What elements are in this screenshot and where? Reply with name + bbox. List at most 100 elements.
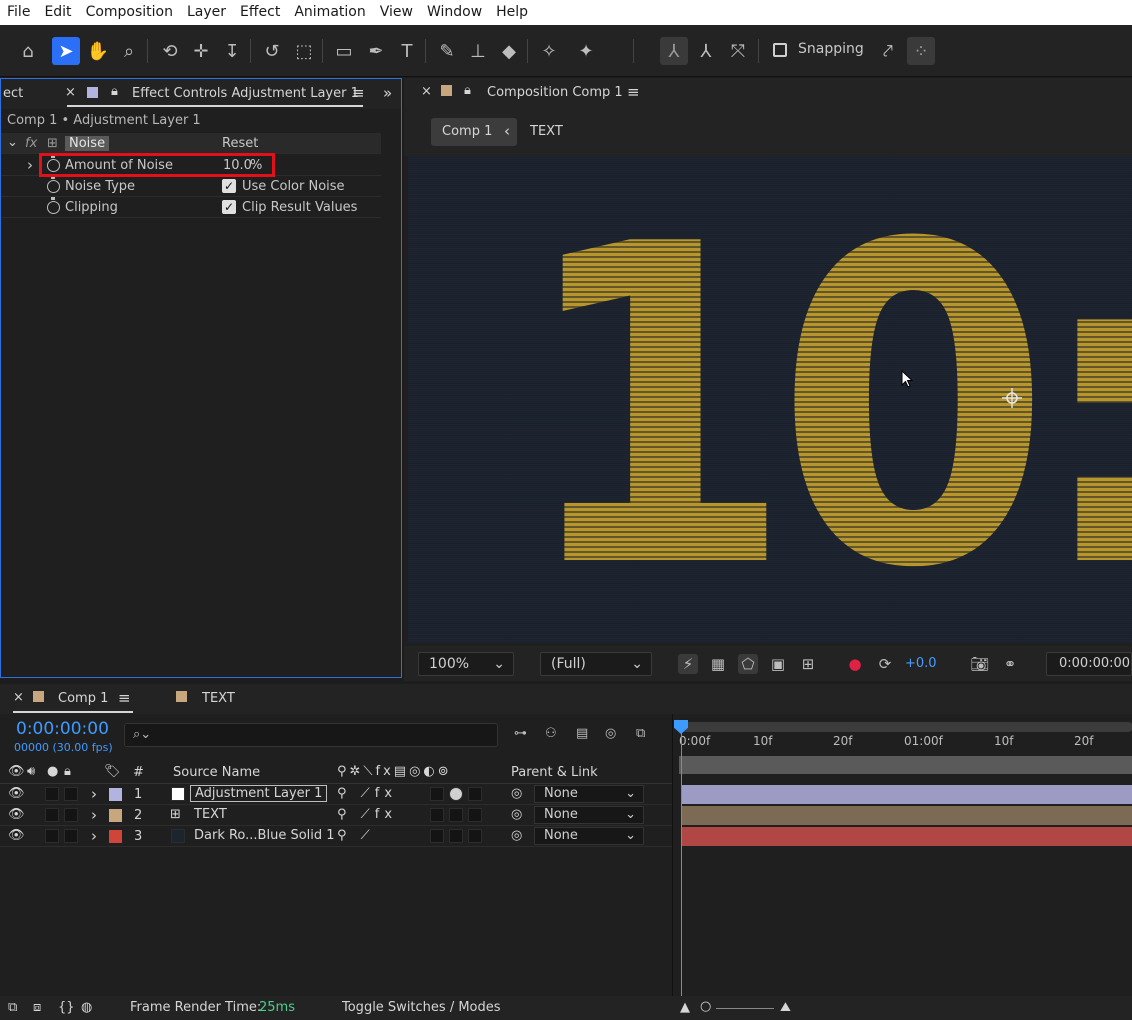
eye-icon[interactable]: 👁︎ <box>8 786 25 801</box>
time-ruler[interactable]: 0:00f 10f 20f 01:00f 10f 20f <box>673 734 1132 756</box>
layer-name[interactable]: TEXT <box>194 807 227 822</box>
chevron-right-icon[interactable]: › <box>27 156 33 174</box>
eraser-tool-icon[interactable]: ◆ <box>495 37 523 65</box>
playhead[interactable] <box>681 722 682 996</box>
parent-dropdown[interactable]: None ⌄ <box>534 827 644 845</box>
solo-toggle[interactable] <box>45 787 59 801</box>
menu-window[interactable]: Window <box>420 0 489 25</box>
motion-blur-toggle[interactable] <box>430 787 444 801</box>
breadcrumb-comp1[interactable]: Comp 1 ‹ <box>431 118 517 146</box>
mask-path-icon[interactable]: ⬠ <box>738 654 758 674</box>
menu-edit[interactable]: Edit <box>37 0 78 25</box>
eye-icon[interactable]: 👁︎ <box>8 807 25 822</box>
zoom-slider-track[interactable] <box>716 1008 774 1009</box>
panel-menu-icon[interactable]: ≡ <box>352 84 365 102</box>
close-icon[interactable]: × <box>421 84 432 99</box>
time-navigator[interactable] <box>679 722 1132 732</box>
parent-dropdown[interactable]: None ⌄ <box>534 785 644 803</box>
zoom-in-icon[interactable]: ⛰ <box>780 1000 791 1015</box>
pan-camera-icon[interactable]: ✛ <box>187 37 215 65</box>
render-time-icon[interactable]: ◍ <box>81 1000 92 1015</box>
chevron-right-icon[interactable]: › <box>91 827 97 845</box>
clip-result-checkbox[interactable]: ✓ <box>222 200 236 214</box>
zoom-dropdown[interactable]: 100% ⌄ <box>418 652 514 676</box>
type-tool-icon[interactable]: T <box>393 37 421 65</box>
rotate-tool-icon[interactable]: ↺ <box>258 37 286 65</box>
label-color[interactable] <box>109 788 122 801</box>
lock-icon[interactable]: 🔒︎ <box>464 83 471 98</box>
clone-stamp-icon[interactable]: ⊥ <box>464 37 492 65</box>
pen-tool-icon[interactable]: ✒ <box>362 37 390 65</box>
panel-menu-icon[interactable]: ≡ <box>627 83 640 101</box>
rectangle-tool-icon[interactable]: ▭ <box>330 37 358 65</box>
solo-toggle[interactable] <box>45 808 59 822</box>
layer-switches[interactable]: ⚲ ⟋fx <box>337 786 397 801</box>
layer-bar-text[interactable] <box>682 806 1132 825</box>
pan-behind-icon[interactable]: ⬚ <box>290 37 318 65</box>
composition-viewer[interactable]: 10:0 <box>408 156 1132 643</box>
menu-layer[interactable]: Layer <box>180 0 233 25</box>
menu-composition[interactable]: Composition <box>79 0 180 25</box>
resolution-dropdown[interactable]: (Full) ⌄ <box>540 652 652 676</box>
zoom-out-icon[interactable]: ▲ <box>680 1000 690 1015</box>
composition-tab[interactable]: Composition Comp 1 <box>487 85 623 100</box>
anchor-point-icon[interactable] <box>1002 388 1022 408</box>
chevron-right-icon[interactable]: › <box>91 806 97 824</box>
zoom-slider-handle[interactable]: ○ <box>700 999 711 1014</box>
show-snapshot-icon[interactable]: ⚭ <box>1000 654 1020 674</box>
layer-bar-adjustment[interactable] <box>682 785 1132 804</box>
chevron-right-icon[interactable]: › <box>91 785 97 803</box>
layer-row[interactable]: 👁︎ › 1 Adjustment Layer 1 ⚲ ⟋fx ◎ None ⌄ <box>0 784 672 805</box>
layer-row[interactable]: 👁︎ › 3 Dark Ro...Blue Solid 1 ⚲ ⟋ ◎ None… <box>0 826 672 847</box>
current-time[interactable]: 0:00:00:00 <box>16 719 109 739</box>
comp-flowchart-icon[interactable]: ⊶ <box>514 726 527 741</box>
reset-link[interactable]: Reset <box>222 136 258 151</box>
source-name-column[interactable]: Source Name <box>173 765 260 780</box>
home-icon[interactable]: ⌂ <box>14 37 42 65</box>
eye-icon[interactable]: 👁︎ <box>8 828 25 843</box>
transparency-grid-icon[interactable]: ▦ <box>708 654 728 674</box>
effect-noise-row[interactable]: ⌄ fx ⊞ Noise Reset <box>1 133 381 154</box>
snapshot-icon[interactable]: 📷︎ <box>970 654 990 674</box>
snap-feather-icon[interactable]: ⁘ <box>907 37 935 65</box>
effect-name[interactable]: Noise <box>65 136 110 151</box>
graph-editor-icon[interactable]: ⧉ <box>636 726 645 741</box>
orbit-camera-icon[interactable]: ⟲ <box>156 37 184 65</box>
close-icon[interactable]: × <box>13 690 24 705</box>
in-out-toggle-icon[interactable]: {} <box>58 1000 75 1015</box>
chevron-down-icon[interactable]: ⌄ <box>7 135 18 150</box>
effect-controls-tab[interactable]: Effect Controls Adjustment Layer 1 <box>132 86 359 101</box>
stopwatch-icon[interactable] <box>47 176 60 193</box>
fx-icon[interactable]: fx <box>25 136 37 151</box>
3d-layer-toggle[interactable] <box>468 808 482 822</box>
adjustment-layer-toggle[interactable] <box>449 829 463 843</box>
world-axis-icon[interactable]: ⅄ <box>692 37 720 65</box>
stopwatch-icon[interactable] <box>47 197 60 214</box>
region-of-interest-icon[interactable]: ▣ <box>768 654 788 674</box>
motion-blur-toggle[interactable] <box>430 829 444 843</box>
lock-toggle[interactable] <box>64 787 78 801</box>
motion-blur-icon[interactable]: ◎ <box>605 726 616 741</box>
transfer-controls-icon[interactable]: ⧈ <box>33 1000 41 1015</box>
layer-switches[interactable]: ⚲ ⟋fx <box>337 807 397 822</box>
selection-tool-icon[interactable]: ➤ <box>52 37 80 65</box>
label-color[interactable] <box>109 830 122 843</box>
toggle-switches-modes[interactable]: Toggle Switches / Modes <box>342 1000 501 1015</box>
lock-icon[interactable]: 🔒︎ <box>111 84 118 99</box>
use-color-noise-checkbox[interactable]: ✓ <box>222 179 236 193</box>
expand-panels-icon[interactable]: » <box>383 84 392 102</box>
layer-search-input[interactable]: ⌕⌄ <box>124 723 498 747</box>
3d-layer-toggle[interactable] <box>468 787 482 801</box>
frame-blending-icon[interactable]: ▤ <box>576 726 588 741</box>
brush-tool-icon[interactable]: ✎ <box>433 37 461 65</box>
menu-view[interactable]: View <box>373 0 420 25</box>
adjustment-layer-toggle[interactable] <box>449 787 463 801</box>
pickwhip-icon[interactable]: ◎ <box>511 807 522 822</box>
motion-blur-toggle[interactable] <box>430 808 444 822</box>
label-color[interactable] <box>109 809 122 822</box>
hand-tool-icon[interactable]: ✋ <box>84 37 112 65</box>
menu-help[interactable]: Help <box>489 0 535 25</box>
snap-options-icon[interactable]: ⤤ <box>874 37 902 65</box>
parent-dropdown[interactable]: None ⌄ <box>534 806 644 824</box>
lock-toggle[interactable] <box>64 829 78 843</box>
